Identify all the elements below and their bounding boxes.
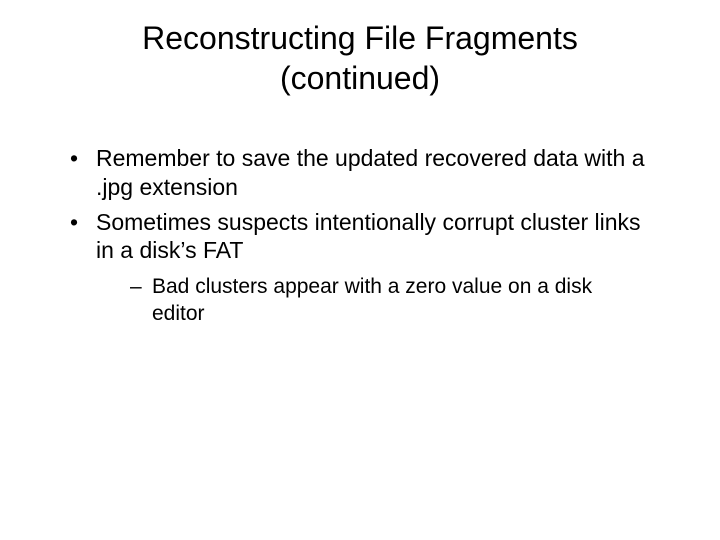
bullet-item: Remember to save the updated recovered d… (70, 144, 650, 202)
bullet-item: Sometimes suspects intentionally corrupt… (70, 208, 650, 328)
slide: Reconstructing File Fragments (continued… (0, 0, 720, 540)
title-line-1: Reconstructing File Fragments (142, 20, 578, 56)
title-line-2: (continued) (280, 60, 440, 96)
sub-bullet-text: Bad clusters appear with a zero value on… (152, 275, 592, 325)
sub-bullet-item: Bad clusters appear with a zero value on… (130, 273, 650, 328)
bullet-text: Sometimes suspects intentionally corrupt… (96, 209, 641, 264)
bullet-text: Remember to save the updated recovered d… (96, 145, 645, 200)
sub-bullet-list: Bad clusters appear with a zero value on… (96, 273, 650, 328)
bullet-list: Remember to save the updated recovered d… (40, 144, 680, 328)
slide-title: Reconstructing File Fragments (continued… (40, 18, 680, 98)
